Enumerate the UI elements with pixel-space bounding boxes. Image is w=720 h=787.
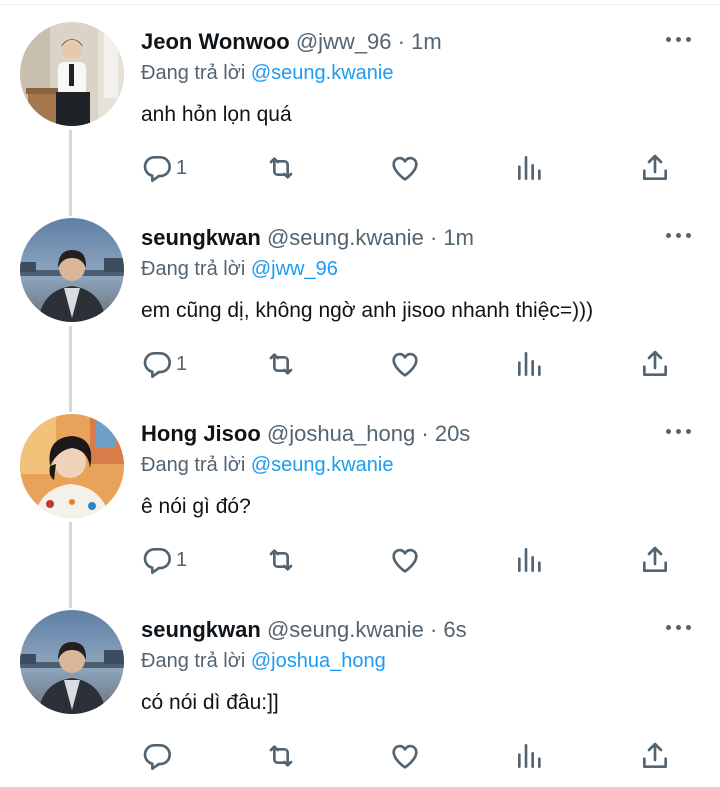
tweet-header: Jeon Wonwoo @jww_96 · 1m	[141, 27, 442, 57]
retweet-icon	[269, 549, 293, 571]
wonwoo-photo	[20, 22, 124, 126]
replying-to: Đang trả lời @joshua_hong	[141, 647, 386, 675]
timestamp[interactable]: 20s	[435, 421, 470, 446]
avatar[interactable]	[20, 218, 124, 322]
views-button[interactable]	[514, 738, 546, 774]
share-button[interactable]	[639, 346, 671, 382]
share-icon	[643, 546, 667, 572]
share-button[interactable]	[639, 150, 671, 186]
tweet[interactable]: Jeon Wonwoo @jww_96 · 1m Đang trả lời @s…	[0, 0, 720, 196]
more-icon[interactable]	[664, 618, 694, 638]
like-button[interactable]	[389, 738, 421, 774]
display-name[interactable]: Hong Jisoo	[141, 421, 261, 446]
tweet-header: Hong Jisoo @joshua_hong · 20s	[141, 419, 470, 449]
views-icon	[518, 156, 541, 180]
separator: ·	[429, 225, 438, 250]
replying-to-label: Đang trả lời	[141, 650, 246, 672]
views-icon	[518, 352, 541, 376]
timestamp[interactable]: 6s	[443, 617, 466, 642]
tweet-text: anh hỏn lọn quá	[141, 103, 292, 126]
reply-button[interactable]: 1	[141, 346, 187, 382]
mention-link[interactable]: @jww_96	[251, 258, 338, 280]
separator: ·	[429, 617, 438, 642]
retweet-button[interactable]	[265, 738, 297, 774]
views-button[interactable]	[514, 346, 546, 382]
retweet-button[interactable]	[265, 346, 297, 382]
jisoo-photo	[20, 414, 124, 518]
reply-icon	[143, 744, 171, 770]
replying-to-label: Đang trả lời	[141, 62, 246, 84]
mention-link[interactable]: @seung.kwanie	[251, 62, 394, 84]
tweet-header: seungkwan @seung.kwanie · 6s	[141, 615, 467, 645]
views-button[interactable]	[514, 542, 546, 578]
replying-to: Đang trả lời @seung.kwanie	[141, 451, 393, 479]
like-icon	[392, 548, 418, 573]
like-button[interactable]	[389, 542, 421, 578]
reply-button[interactable]: 1	[141, 542, 187, 578]
retweet-button[interactable]	[265, 150, 297, 186]
share-icon	[643, 350, 667, 376]
like-icon	[392, 744, 418, 769]
retweet-icon	[269, 157, 293, 179]
like-button[interactable]	[389, 346, 421, 382]
avatar[interactable]	[20, 414, 124, 518]
avatar[interactable]	[20, 610, 124, 714]
like-icon	[392, 352, 418, 377]
replying-to: Đang trả lời @seung.kwanie	[141, 59, 393, 87]
reply-icon	[143, 352, 171, 378]
display-name[interactable]: Jeon Wonwoo	[141, 29, 290, 54]
tweet-text: em cũng dị, không ngờ anh jisoo nhanh th…	[141, 299, 594, 322]
retweet-icon	[269, 745, 293, 767]
retweet-button[interactable]	[265, 542, 297, 578]
share-button[interactable]	[639, 738, 671, 774]
reply-icon	[143, 156, 171, 182]
mention-link[interactable]: @seung.kwanie	[251, 454, 394, 476]
tweet-header: seungkwan @seung.kwanie · 1m	[141, 223, 474, 253]
replying-to-label: Đang trả lời	[141, 258, 246, 280]
more-icon[interactable]	[664, 226, 694, 246]
avatar[interactable]	[20, 22, 124, 126]
mention-link[interactable]: @joshua_hong	[251, 650, 386, 672]
username[interactable]: @jww_96	[296, 29, 392, 54]
timestamp[interactable]: 1m	[411, 29, 442, 54]
reply-count: 1	[176, 156, 188, 179]
display-name[interactable]: seungkwan	[141, 617, 261, 642]
like-icon	[392, 156, 418, 181]
username[interactable]: @joshua_hong	[267, 421, 415, 446]
views-icon	[518, 548, 541, 572]
share-icon	[643, 154, 667, 180]
reply-count: 1	[176, 548, 188, 571]
reply-icon	[143, 548, 171, 574]
tweet[interactable]: seungkwan @seung.kwanie · 1m Đang trả lờ…	[0, 196, 720, 392]
replying-to: Đang trả lời @jww_96	[141, 255, 338, 283]
username[interactable]: @seung.kwanie	[267, 225, 424, 250]
separator: ·	[397, 29, 405, 54]
share-button[interactable]	[639, 542, 671, 578]
tweet[interactable]: seungkwan @seung.kwanie · 6s Đang trả lờ…	[0, 588, 720, 784]
seungkwan-photo	[20, 610, 124, 714]
views-icon	[518, 744, 541, 768]
reply-button[interactable]	[141, 738, 176, 774]
more-icon[interactable]	[664, 30, 694, 50]
like-button[interactable]	[389, 150, 421, 186]
tweet[interactable]: Hong Jisoo @joshua_hong · 20s Đang trả l…	[0, 392, 720, 588]
tweet-text: có nói dì đâu:]]	[141, 691, 279, 714]
display-name[interactable]: seungkwan	[141, 225, 261, 250]
share-icon	[643, 742, 667, 768]
tweet-text: ê nói gì đó?	[141, 495, 251, 518]
replying-to-label: Đang trả lời	[141, 454, 246, 476]
reply-count: 1	[176, 352, 188, 375]
separator: ·	[421, 421, 429, 446]
reply-button[interactable]: 1	[141, 150, 187, 186]
views-button[interactable]	[514, 150, 546, 186]
retweet-icon	[269, 353, 293, 375]
more-icon[interactable]	[664, 422, 694, 442]
seungkwan-photo	[20, 218, 124, 322]
username[interactable]: @seung.kwanie	[267, 617, 424, 642]
timestamp[interactable]: 1m	[443, 225, 474, 250]
